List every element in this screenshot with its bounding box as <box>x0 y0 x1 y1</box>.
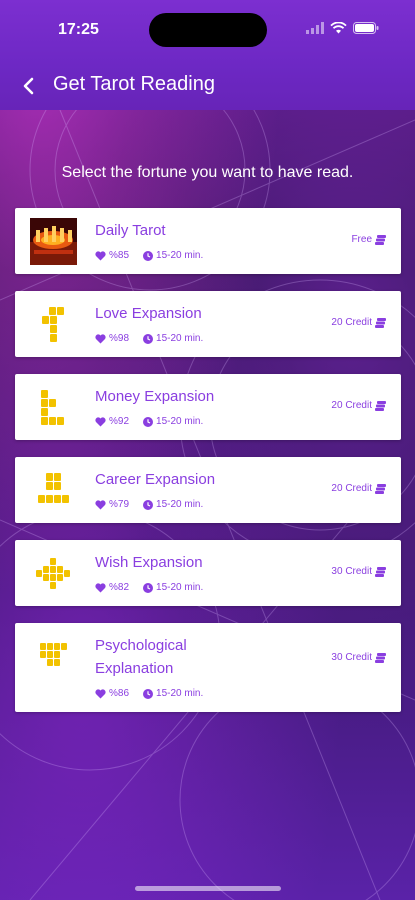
duration: 15-20 min. <box>143 333 203 344</box>
heart-icon <box>95 499 106 509</box>
rating-value: %82 <box>109 582 130 593</box>
duration: 15-20 min. <box>143 688 203 699</box>
rating: %92 <box>95 416 129 427</box>
rating: %79 <box>95 499 129 510</box>
dynamic-island <box>149 13 267 47</box>
price-label: 30 Credit <box>331 652 372 663</box>
duration-value: 15-20 min. <box>156 333 204 344</box>
rating: %85 <box>95 250 129 261</box>
psychological-spread-icon <box>30 633 77 680</box>
heart-icon <box>95 688 106 698</box>
duration-value: 15-20 min. <box>156 688 204 699</box>
home-indicator[interactable] <box>135 886 281 891</box>
reading-meta: %98 15-20 min. <box>95 333 217 344</box>
clock-icon <box>143 499 154 510</box>
price: 20 Credit <box>331 317 386 328</box>
heart-icon <box>95 416 106 426</box>
reading-meta: %92 15-20 min. <box>95 416 217 427</box>
rating-value: %85 <box>109 250 130 261</box>
reading-card-psychological-explanation[interactable]: Psychological Explanation %86 15-20 min.… <box>15 623 401 712</box>
price-label: Free <box>351 234 372 245</box>
signal-icon <box>306 22 324 34</box>
heart-icon <box>95 333 106 343</box>
rating-value: %92 <box>109 416 130 427</box>
credit-coins-icon <box>375 566 386 577</box>
reading-title: Love Expansion <box>95 305 202 322</box>
duration: 15-20 min. <box>143 250 203 261</box>
page-title: Get Tarot Reading <box>53 73 215 95</box>
clock-icon <box>143 688 154 699</box>
reading-card-career-expansion[interactable]: Career Expansion %79 15-20 min. 20 Credi… <box>15 457 401 523</box>
clock-icon <box>143 416 154 427</box>
wish-spread-icon <box>30 550 77 597</box>
reading-title: Wish Expansion <box>95 554 203 571</box>
reading-title: Career Expansion <box>95 471 216 488</box>
reading-title: Psychological Explanation <box>95 637 187 677</box>
status-icons <box>306 22 379 34</box>
reading-card-money-expansion[interactable]: Money Expansion %92 15-20 min. 20 Credit <box>15 374 401 440</box>
love-spread-icon <box>30 301 77 348</box>
status-bar: 17:25 <box>0 0 415 58</box>
reading-title: Money Expansion <box>95 388 215 405</box>
credit-coins-icon <box>375 317 386 328</box>
wifi-icon <box>330 22 347 34</box>
credit-coins-icon <box>375 400 386 411</box>
clock-icon <box>143 333 154 344</box>
price-label: 30 Credit <box>331 566 372 577</box>
back-button[interactable] <box>14 72 42 100</box>
battery-icon <box>353 22 379 34</box>
chevron-left-icon <box>23 77 34 95</box>
rating: %98 <box>95 333 129 344</box>
price: 20 Credit <box>331 483 386 494</box>
rating: %86 <box>95 688 129 699</box>
money-spread-icon <box>30 384 77 431</box>
rating-value: %98 <box>109 333 130 344</box>
price-label: 20 Credit <box>331 317 372 328</box>
instruction-text: Select the fortune you want to have read… <box>61 164 354 181</box>
price: 30 Credit <box>331 566 386 577</box>
daily-tarot-image <box>30 218 77 265</box>
duration: 15-20 min. <box>143 582 203 593</box>
status-time: 17:25 <box>58 21 99 38</box>
reading-card-wish-expansion[interactable]: Wish Expansion %82 15-20 min. 30 Credit <box>15 540 401 606</box>
duration-value: 15-20 min. <box>156 416 204 427</box>
price-label: 20 Credit <box>331 400 372 411</box>
clock-icon <box>143 250 154 261</box>
price: 20 Credit <box>331 400 386 411</box>
heart-icon <box>95 250 106 260</box>
duration: 15-20 min. <box>143 416 203 427</box>
price-label: 20 Credit <box>331 483 372 494</box>
price: 30 Credit <box>331 652 386 663</box>
rating: %82 <box>95 582 129 593</box>
credit-coins-icon <box>375 652 386 663</box>
reading-card-daily-tarot[interactable]: Daily Tarot %85 15-20 min. Free <box>15 208 401 274</box>
duration: 15-20 min. <box>143 499 203 510</box>
reading-card-love-expansion[interactable]: Love Expansion %98 15-20 min. 20 Credit <box>15 291 401 357</box>
reading-meta: %86 15-20 min. <box>95 688 217 699</box>
career-spread-icon <box>30 467 77 514</box>
rating-value: %86 <box>109 688 130 699</box>
credit-coins-icon <box>375 234 386 245</box>
reading-list: Daily Tarot %85 15-20 min. Free Love Exp… <box>15 208 401 729</box>
duration-value: 15-20 min. <box>156 582 204 593</box>
reading-meta: %82 15-20 min. <box>95 582 217 593</box>
duration-value: 15-20 min. <box>156 499 204 510</box>
credit-coins-icon <box>375 483 386 494</box>
clock-icon <box>143 582 154 593</box>
heart-icon <box>95 582 106 592</box>
duration-value: 15-20 min. <box>156 250 204 261</box>
rating-value: %79 <box>109 499 130 510</box>
reading-title: Daily Tarot <box>95 222 166 239</box>
reading-meta: %85 15-20 min. <box>95 250 217 261</box>
price: Free <box>351 234 386 245</box>
reading-meta: %79 15-20 min. <box>95 499 217 510</box>
